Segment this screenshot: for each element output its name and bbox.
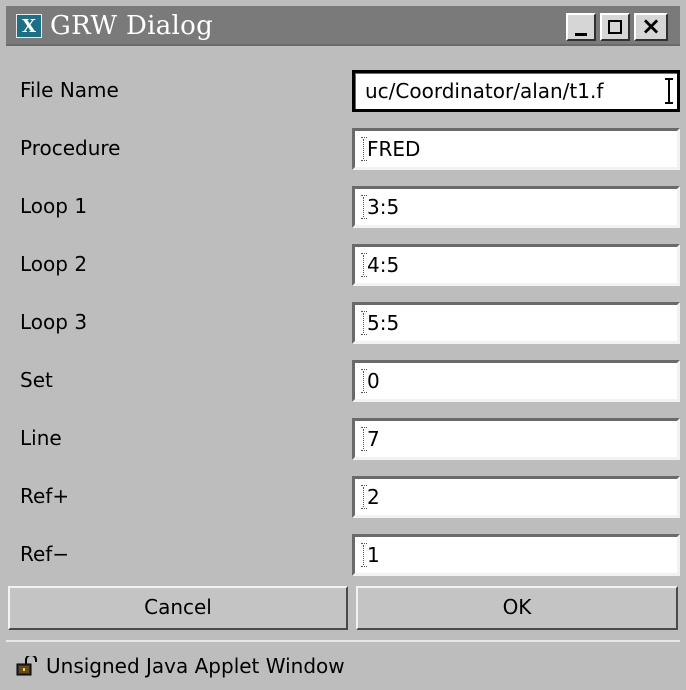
x-app-icon[interactable]: X: [16, 14, 42, 38]
form-row-ref-plus: Ref+ 2: [6, 468, 680, 524]
form-row-loop-3: Loop 3 5:5: [6, 294, 680, 350]
status-text: Unsigned Java Applet Window: [46, 654, 345, 678]
loop-3-value: 5:5: [367, 311, 400, 335]
loop-1-label: Loop 1: [20, 194, 88, 218]
form-row-loop-2: Loop 2 4:5: [6, 236, 680, 292]
close-button[interactable]: ×: [634, 12, 668, 41]
file-name-label: File Name: [20, 78, 119, 102]
form-row-loop-1: Loop 1 3:5: [6, 178, 680, 234]
loop-3-field[interactable]: 5:5: [352, 302, 680, 344]
form-row-ref-minus: Ref− 1: [6, 526, 680, 582]
loop-1-value: 3:5: [367, 195, 400, 219]
file-name-field[interactable]: uc/Coordinator/alan/t1.f: [352, 70, 680, 112]
procedure-label: Procedure: [20, 136, 121, 160]
ref-minus-field[interactable]: 1: [352, 534, 680, 576]
ref-plus-label: Ref+: [20, 484, 70, 508]
line-field[interactable]: 7: [352, 418, 680, 460]
ok-button[interactable]: OK: [356, 586, 678, 630]
line-value: 7: [367, 427, 380, 451]
status-bar: Unsigned Java Applet Window: [6, 640, 680, 690]
form-row-set: Set 0: [6, 352, 680, 408]
form-row-file-name: File Name uc/Coordinator/alan/t1.f: [6, 62, 680, 118]
minimize-icon: [575, 33, 587, 36]
set-field[interactable]: 0: [352, 360, 680, 402]
form-row-line: Line 7: [6, 410, 680, 466]
procedure-field[interactable]: FRED: [352, 128, 680, 170]
close-icon: ×: [640, 12, 662, 40]
maximize-button[interactable]: [600, 13, 630, 41]
minimize-button[interactable]: [566, 13, 596, 41]
ref-minus-label: Ref−: [20, 542, 70, 566]
loop-2-label: Loop 2: [20, 252, 88, 276]
ref-plus-value: 2: [367, 485, 380, 509]
loop-2-value: 4:5: [367, 253, 400, 277]
ref-plus-field[interactable]: 2: [352, 476, 680, 518]
window-title: GRW Dialog: [50, 11, 214, 41]
text-cursor-icon: [665, 78, 673, 104]
unlocked-padlock-icon: [16, 654, 38, 676]
title-bar[interactable]: X GRW Dialog ×: [6, 6, 680, 46]
ref-minus-value: 1: [367, 543, 380, 567]
cancel-button[interactable]: Cancel: [8, 586, 348, 630]
loop-3-label: Loop 3: [20, 310, 88, 334]
file-name-value: uc/Coordinator/alan/t1.f: [365, 79, 604, 103]
grw-dialog-window: X GRW Dialog × File Name uc/Coordinator/…: [0, 0, 686, 688]
procedure-value: FRED: [367, 137, 421, 161]
form-row-procedure: Procedure FRED: [6, 120, 680, 176]
loop-1-field[interactable]: 3:5: [352, 186, 680, 228]
loop-2-field[interactable]: 4:5: [352, 244, 680, 286]
set-label: Set: [20, 368, 53, 392]
maximize-icon: [608, 20, 622, 34]
set-value: 0: [367, 369, 380, 393]
line-label: Line: [20, 426, 62, 450]
